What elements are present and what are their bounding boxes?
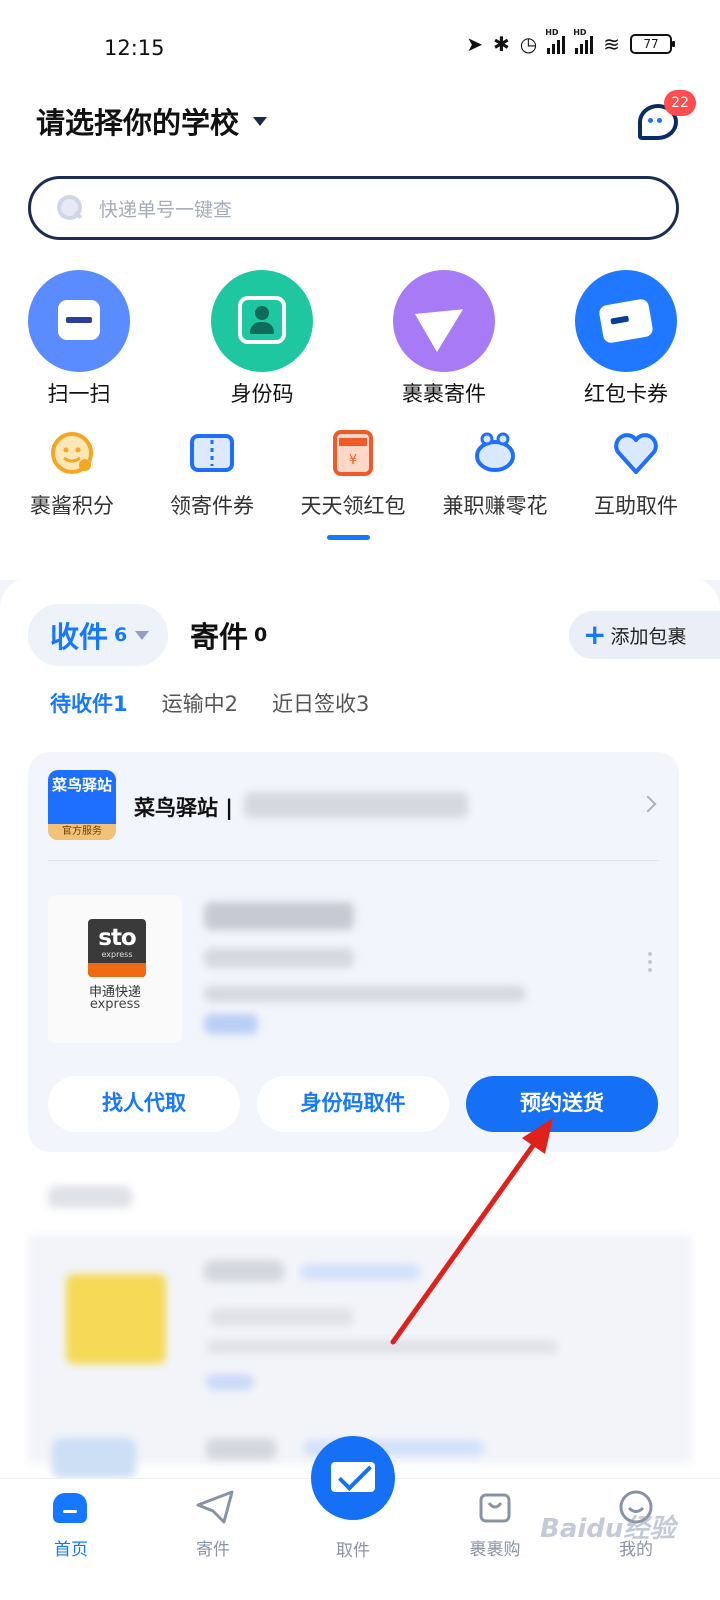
piggy-bank-icon bbox=[471, 430, 519, 476]
scan-icon bbox=[28, 270, 130, 372]
heart-icon bbox=[612, 430, 660, 476]
quick-actions: 扫一扫 身份码 裹裹寄件 红包卡券 bbox=[0, 270, 720, 410]
ask-someone-button[interactable]: 找人代取 bbox=[48, 1076, 240, 1132]
service-coupon[interactable]: 领寄件券 bbox=[140, 430, 284, 520]
station-logo-badge: 官方服务 bbox=[48, 824, 116, 840]
station-name[interactable]: 菜鸟驿站 | bbox=[134, 792, 233, 822]
nav-shop[interactable]: 裹裹购 bbox=[445, 1489, 545, 1560]
add-package-label: 添加包裹 bbox=[610, 625, 687, 648]
service-label: 裹酱积分 bbox=[30, 494, 114, 518]
red-envelope-icon: ¥ bbox=[329, 430, 377, 476]
location-icon: ➤ bbox=[466, 32, 484, 56]
svg-text:¥: ¥ bbox=[349, 453, 357, 468]
tab-receive-label: 收件 bbox=[50, 620, 109, 654]
envelope-icon bbox=[331, 1462, 375, 1492]
service-part-time[interactable]: 兼职赚零花 bbox=[423, 430, 567, 520]
service-points[interactable]: 裹酱积分 bbox=[0, 430, 144, 520]
service-label: 天天领红包 bbox=[300, 494, 406, 518]
search-input[interactable]: 快递单号一键查 bbox=[28, 176, 679, 240]
services-indicator bbox=[327, 535, 370, 540]
nav-shop-label: 裹裹购 bbox=[469, 1540, 521, 1560]
shopping-bag-icon bbox=[477, 1489, 513, 1525]
service-label: 领寄件券 bbox=[170, 494, 254, 518]
nav-pickup-label: 取件 bbox=[336, 1541, 370, 1561]
quick-action-label: 身份码 bbox=[230, 382, 294, 406]
add-package-button[interactable]: + 添加包裹 bbox=[569, 611, 720, 659]
card-icon bbox=[575, 270, 677, 372]
schedule-delivery-button[interactable]: 预约送货 bbox=[466, 1076, 658, 1132]
package-subtabs: 待收件1 运输中2 近日签收3 bbox=[50, 688, 369, 718]
battery-icon: 77 bbox=[630, 34, 675, 54]
tab-send[interactable]: 寄件 0 bbox=[190, 604, 267, 666]
more-icon[interactable] bbox=[648, 952, 652, 972]
station-address-redacted bbox=[244, 792, 468, 818]
tab-send-count: 0 bbox=[254, 624, 268, 646]
bluetooth-icon: ✱ bbox=[493, 32, 510, 56]
pickup-code-redacted bbox=[204, 902, 354, 930]
package-tag-redacted bbox=[204, 1014, 258, 1034]
sto-express-logo: sto express 申通快递 express bbox=[48, 895, 182, 1043]
dropdown-caret-icon bbox=[135, 630, 150, 640]
school-selector[interactable]: 请选择你的学校 bbox=[36, 100, 268, 142]
quick-action-send[interactable]: 裹裹寄件 bbox=[374, 270, 514, 408]
quick-action-coupons[interactable]: 红包卡券 bbox=[556, 270, 696, 408]
signal-icon-2: HD bbox=[573, 28, 594, 54]
card-divider bbox=[48, 860, 659, 861]
subtab-pending[interactable]: 待收件1 bbox=[50, 688, 128, 718]
courier-name-en: express bbox=[89, 997, 141, 1012]
quick-action-label: 裹裹寄件 bbox=[402, 382, 486, 406]
search-placeholder: 快递单号一键查 bbox=[99, 198, 233, 221]
package-detail-redacted bbox=[204, 986, 526, 1002]
status-time: 12:15 bbox=[104, 36, 165, 60]
dropdown-caret-icon bbox=[253, 116, 268, 126]
nav-home[interactable]: 首页 bbox=[21, 1489, 121, 1560]
quick-action-label: 扫一扫 bbox=[47, 382, 111, 406]
service-label: 互助取件 bbox=[594, 494, 678, 518]
nav-home-label: 首页 bbox=[54, 1540, 88, 1560]
id-pickup-button[interactable]: 身份码取件 bbox=[257, 1076, 449, 1132]
quick-action-label: 红包卡券 bbox=[584, 382, 668, 406]
search-icon bbox=[57, 195, 83, 221]
nav-pickup-button[interactable] bbox=[311, 1436, 395, 1520]
service-mutual-pickup[interactable]: 互助取件 bbox=[564, 430, 708, 520]
nav-send[interactable]: 寄件 bbox=[163, 1489, 263, 1560]
paper-plane-icon bbox=[393, 270, 495, 372]
watermark: Baidu经验 bbox=[540, 1514, 676, 1544]
service-label: 兼职赚零花 bbox=[442, 494, 548, 518]
coupon-icon bbox=[188, 430, 236, 476]
services-row: 裹酱积分 领寄件券 ¥ 天天领红包 兼职赚零花 互助取件 bbox=[0, 430, 720, 540]
quick-action-id-code[interactable]: 身份码 bbox=[192, 270, 332, 408]
status-bar: 12:15 ➤ ✱ ◷ HD HD ≋ 77 bbox=[0, 0, 720, 100]
subtab-recently-signed[interactable]: 近日签收3 bbox=[272, 688, 369, 718]
blurred-package-list bbox=[0, 1170, 720, 1482]
school-selector-label: 请选择你的学校 bbox=[36, 106, 240, 140]
nav-send-label: 寄件 bbox=[196, 1540, 230, 1560]
status-icons: ➤ ✱ ◷ HD HD ≋ 77 bbox=[466, 28, 675, 56]
home-icon bbox=[53, 1489, 89, 1525]
signal-icon: HD bbox=[545, 28, 566, 54]
alarm-icon: ◷ bbox=[519, 32, 538, 56]
plus-icon: + bbox=[583, 618, 607, 651]
subtab-in-transit[interactable]: 运输中2 bbox=[162, 688, 238, 718]
tab-receive[interactable]: 收件 6 bbox=[28, 604, 168, 666]
sto-logo-sub: express bbox=[101, 950, 133, 959]
tab-receive-count: 6 bbox=[114, 624, 128, 646]
service-red-envelope[interactable]: ¥ 天天领红包 bbox=[281, 430, 425, 520]
wifi-icon: ≋ bbox=[603, 32, 620, 56]
smiley-points-icon bbox=[48, 430, 96, 476]
tab-send-label: 寄件 bbox=[190, 620, 249, 654]
cainiao-station-logo: 菜鸟驿站 官方服务 bbox=[48, 770, 116, 840]
package-info-redacted bbox=[204, 948, 354, 968]
station-logo-text: 菜鸟驿站 bbox=[51, 776, 112, 794]
quick-action-scan[interactable]: 扫一扫 bbox=[9, 270, 149, 408]
message-badge: 22 bbox=[664, 90, 696, 116]
paper-plane-outline-icon bbox=[195, 1489, 234, 1525]
sto-logo-word: sto bbox=[98, 925, 137, 951]
id-code-icon bbox=[211, 270, 313, 372]
